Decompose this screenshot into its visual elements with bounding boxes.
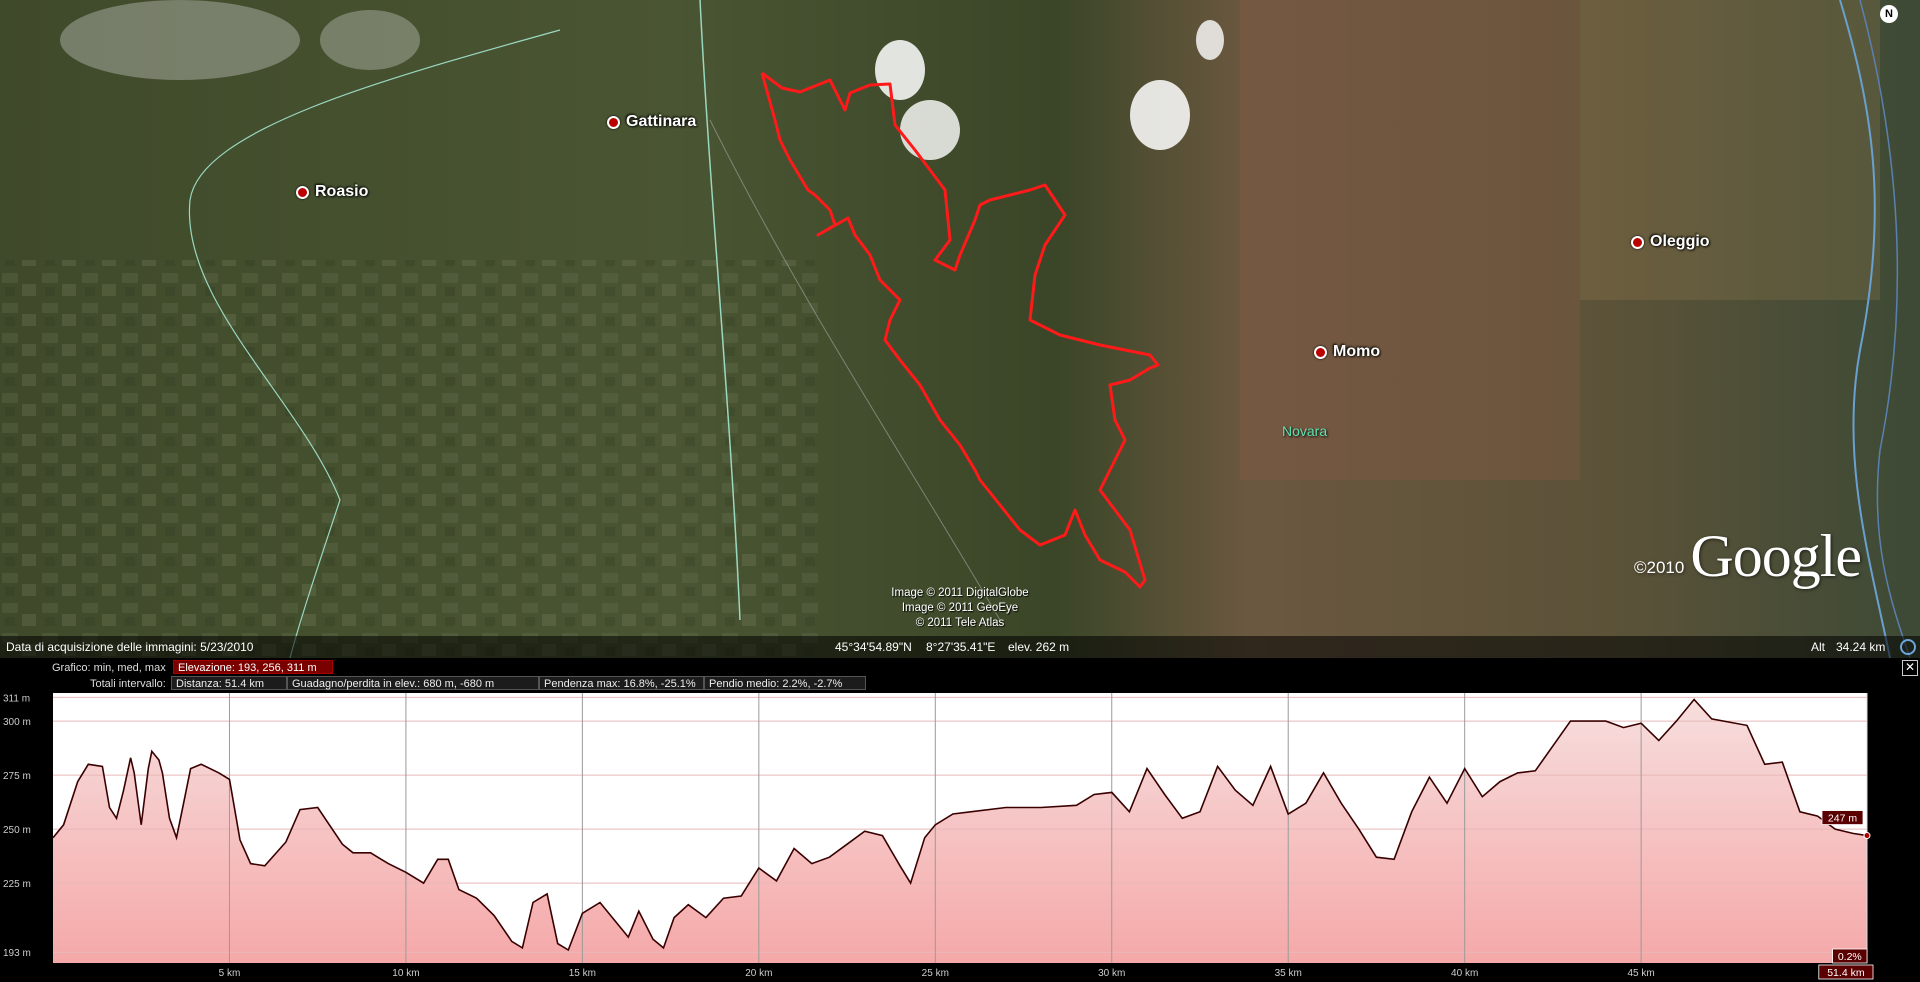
x-tick-label: 25 km: [922, 968, 949, 979]
elevation-readout: elev. 262 m: [1008, 640, 1070, 654]
logo-copyright: ©2010: [1634, 558, 1685, 577]
cursor-point: [1863, 832, 1871, 840]
place-label: Gattinara: [626, 113, 697, 130]
cursor-distance-label: 51.4 km: [1827, 967, 1865, 979]
x-tick-label: 20 km: [745, 968, 772, 979]
acquisition-date: Data di acquisizione delle immagini: 5/2…: [6, 640, 254, 654]
altitude-label: Alt: [1811, 640, 1826, 654]
credit-line: Image © 2011 GeoEye: [901, 602, 1019, 614]
place-marker-momo[interactable]: Momo: [1314, 343, 1380, 361]
x-tick-label: 30 km: [1098, 968, 1125, 979]
place-label: Oleggio: [1650, 233, 1710, 250]
place-dot-icon: [1314, 345, 1327, 359]
imagery-credits: Image © 2011 DigitalGlobe Image © 2011 G…: [880, 586, 1040, 631]
y-tick-label: 300 m: [3, 717, 31, 728]
place-label: Momo: [1333, 343, 1381, 360]
cursor-value-label: 247 m: [1828, 813, 1857, 825]
altitude-value: 34.24 km: [1836, 640, 1886, 654]
place-dot-icon: [607, 115, 620, 129]
place-marker-gattinara[interactable]: Gattinara: [607, 113, 696, 131]
x-tick-label: 35 km: [1275, 968, 1302, 979]
y-tick-label: 193 m: [3, 948, 31, 959]
compass-icon[interactable]: N: [1880, 5, 1898, 23]
y-tick-label: 311 m: [3, 693, 30, 704]
x-tick-label: 45 km: [1628, 968, 1655, 979]
x-tick-label: 40 km: [1451, 968, 1478, 979]
place-dot-icon: [1631, 235, 1644, 249]
place-marker-roasio[interactable]: Roasio: [296, 183, 368, 201]
status-bar: Data di acquisizione delle immagini: 5/2…: [0, 636, 1920, 658]
y-tick-label: 275 m: [3, 771, 31, 782]
cursor-slope-label: 0.2%: [1838, 951, 1862, 963]
google-logo: ©2010 Google: [1634, 523, 1862, 589]
satellite-imagery[interactable]: [0, 0, 1920, 658]
navigation-ring-icon[interactable]: [1900, 639, 1916, 655]
y-tick-label: 225 m: [3, 879, 31, 890]
latitude-readout: 45°34'54.89"N: [835, 640, 912, 654]
place-label: Roasio: [315, 183, 369, 200]
longitude-readout: 8°27'35.41"E: [926, 640, 996, 654]
logo-wordmark: Google: [1690, 523, 1862, 589]
credit-line: Image © 2011 DigitalGlobe: [891, 587, 1029, 599]
x-tick-label: 15 km: [569, 968, 596, 979]
x-tick-label: 5 km: [219, 968, 241, 979]
region-label: Novara: [1282, 423, 1328, 439]
y-tick-label: 250 m: [3, 825, 31, 836]
credit-line: © 2011 Tele Atlas: [915, 617, 1005, 629]
place-marker-oleggio[interactable]: Oleggio: [1631, 233, 1710, 251]
elevation-profile-panel: ✕ Grafico: min, med, max Elevazione: 193…: [0, 658, 1920, 982]
x-tick-label: 10 km: [392, 968, 419, 979]
place-dot-icon: [296, 185, 309, 199]
map-view[interactable]: N Gattinara Roasio Oleggio Momo Novara I…: [0, 0, 1920, 658]
elevation-chart[interactable]: 193 m 225 m 250 m 275 m 300 m 311 m 5 km 10 km 1…: [0, 658, 1920, 982]
